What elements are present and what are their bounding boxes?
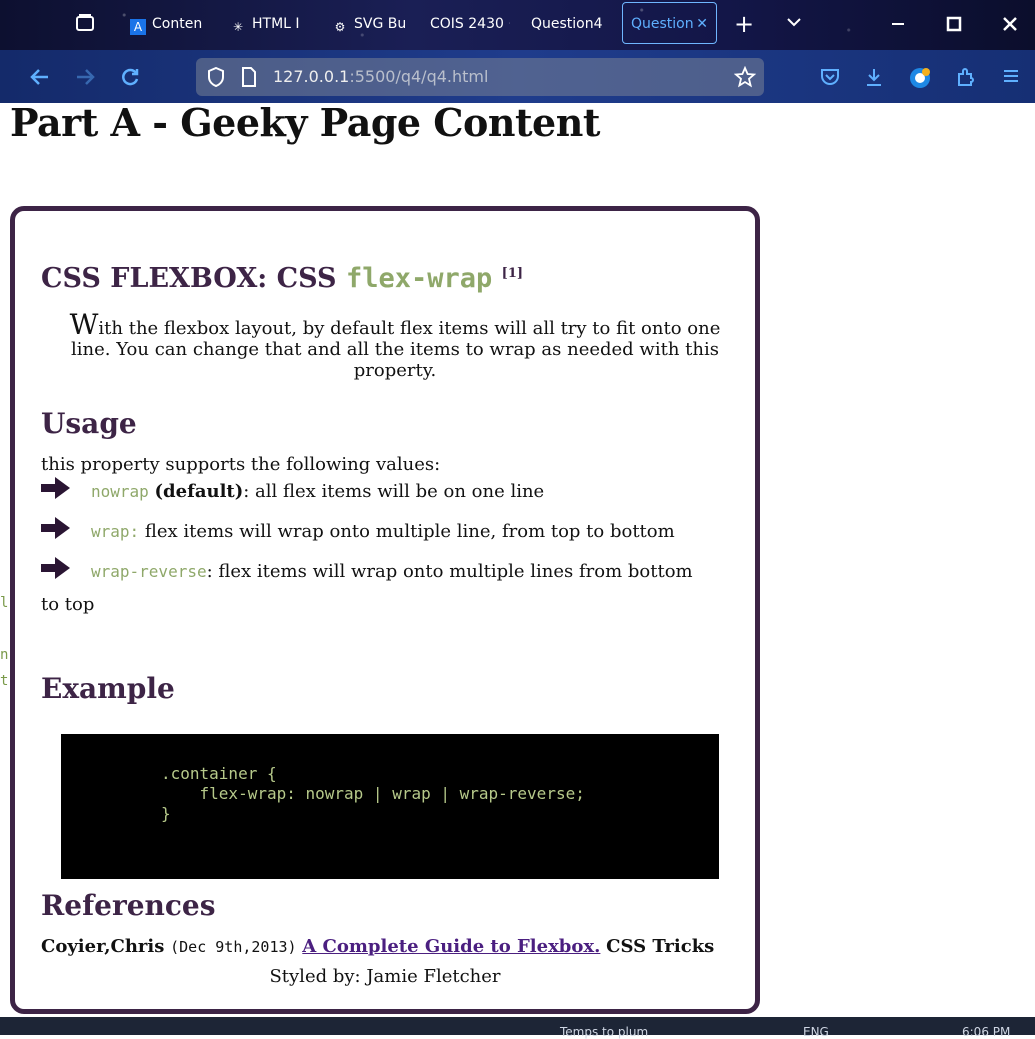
shield-icon[interactable] <box>206 66 226 91</box>
taskbar: Temps to plum ENG 6:06 PM <box>0 1017 1035 1039</box>
close-window-icon[interactable] <box>1000 14 1020 38</box>
list-item-text: : all flex items will be on one line <box>243 481 545 502</box>
arrow-right-icon <box>41 557 70 579</box>
url-path: :5500/q4/q4.html <box>349 67 489 86</box>
reference-site: CSS Tricks <box>606 936 715 957</box>
minimize-icon[interactable] <box>888 14 908 38</box>
tab-1-favicon-icon: A <box>130 19 146 35</box>
tab-overview-icon[interactable] <box>74 12 96 36</box>
styled-by: Styled by: Jamie Fletcher <box>269 966 501 987</box>
tab-1[interactable]: A Conten <box>130 12 206 36</box>
heading-reference: [1] <box>501 266 524 281</box>
tab-4[interactable]: COIS 2430 · <box>430 12 510 36</box>
bookmark-star-icon[interactable] <box>733 65 757 92</box>
tab-4-label: COIS 2430 · <box>430 16 510 32</box>
list-item: wrap-reverse: flex items will wrap onto … <box>91 561 693 582</box>
tab-bar: A Conten ✳ HTML I ⚙ SVG Bu COIS 2430 · Ques… <box>0 0 1035 50</box>
page-info-icon[interactable] <box>240 67 258 91</box>
back-arrow-icon[interactable] <box>28 66 52 92</box>
arrow-right-icon <box>41 517 70 539</box>
taskbar-weather[interactable]: Temps to plum <box>560 1025 648 1039</box>
usage-text: this property supports the following val… <box>41 454 441 475</box>
reference-author: Coyier,Chris <box>41 936 165 957</box>
intro-dropcap: W <box>69 308 99 341</box>
account-icon[interactable] <box>908 66 932 94</box>
list-item-continuation: to top <box>41 594 95 615</box>
extensions-icon[interactable] <box>954 66 978 92</box>
background-editor-fragment: lnt <box>0 595 9 689</box>
content-card: CSS FLEXBOX: CSS flex-wrap [1] With the … <box>10 206 760 1014</box>
tab-2[interactable]: ✳ HTML I <box>230 12 308 36</box>
tab-6-active[interactable]: Question ✕ <box>622 2 717 44</box>
reload-icon[interactable] <box>118 66 142 92</box>
tab-3-label: SVG Bu <box>354 16 407 32</box>
list-item-code: wrap-reverse <box>91 562 207 581</box>
taskbar-clock[interactable]: 6:06 PM <box>962 1025 1010 1039</box>
flexbox-heading: CSS FLEXBOX: CSS flex-wrap [1] <box>41 263 523 294</box>
tab-6-label: Question <box>631 16 694 32</box>
list-item-bold: (default) <box>154 481 244 502</box>
intro-paragraph: With the flexbox layout, by default flex… <box>55 311 735 382</box>
new-tab-icon[interactable]: + <box>732 10 756 38</box>
example-heading: Example <box>41 672 175 705</box>
flexbox-heading-code: flex-wrap <box>345 263 493 294</box>
url-text[interactable]: 127.0.0.1:5500/q4/q4.html <box>273 67 488 86</box>
url-host: 127.0.0.1 <box>273 67 350 86</box>
tab-5-label: Question4 <box>531 16 603 32</box>
download-icon[interactable] <box>862 66 886 92</box>
list-item-code: wrap: <box>91 522 140 541</box>
address-bar[interactable]: 127.0.0.1:5500/q4/q4.html <box>196 58 764 96</box>
tab-5[interactable]: Question4 <box>531 12 611 36</box>
list-tabs-chevron-down-icon[interactable] <box>783 12 805 36</box>
list-item-text: flex items will wrap onto multiple line,… <box>139 521 675 542</box>
code-example-text: .container { flex-wrap: nowrap | wrap | … <box>161 764 585 823</box>
tab-2-favicon-icon: ✳ <box>232 20 244 34</box>
usage-heading: Usage <box>41 407 137 440</box>
list-item-text: : flex items will wrap onto multiple lin… <box>206 561 693 582</box>
flexbox-heading-prefix: CSS FLEXBOX: CSS <box>41 263 346 294</box>
reference-link[interactable]: A Complete Guide to Flexbox. <box>302 936 600 957</box>
tab-3-favicon-icon: ⚙ <box>334 20 346 34</box>
intro-text: ith the flexbox layout, by default flex … <box>71 318 721 381</box>
pocket-icon[interactable] <box>818 66 842 92</box>
arrow-right-icon <box>41 477 70 499</box>
close-tab-icon[interactable]: ✕ <box>696 3 708 43</box>
tab-1-label: Conten <box>152 16 203 32</box>
list-item-code: nowrap <box>91 482 149 501</box>
maximize-icon[interactable] <box>944 14 964 38</box>
code-example-block: .container { flex-wrap: nowrap | wrap | … <box>61 734 719 879</box>
tab-3[interactable]: ⚙ SVG Bu <box>332 12 408 36</box>
reference-entry: Coyier,Chris (Dec 9th,2013) A Complete G… <box>41 936 714 957</box>
forward-arrow-icon[interactable] <box>73 66 97 92</box>
list-item: wrap: flex items will wrap onto multiple… <box>91 521 675 542</box>
page-title: Part A - Geeky Page Content <box>10 100 600 145</box>
list-item: nowrap (default): all flex items will be… <box>91 481 544 502</box>
reference-date: (Dec 9th,2013) <box>170 938 297 956</box>
references-heading: References <box>41 889 216 922</box>
taskbar-language[interactable]: ENG <box>803 1025 829 1039</box>
menu-icon[interactable] <box>1000 66 1022 90</box>
tab-2-label: HTML I <box>252 16 300 32</box>
